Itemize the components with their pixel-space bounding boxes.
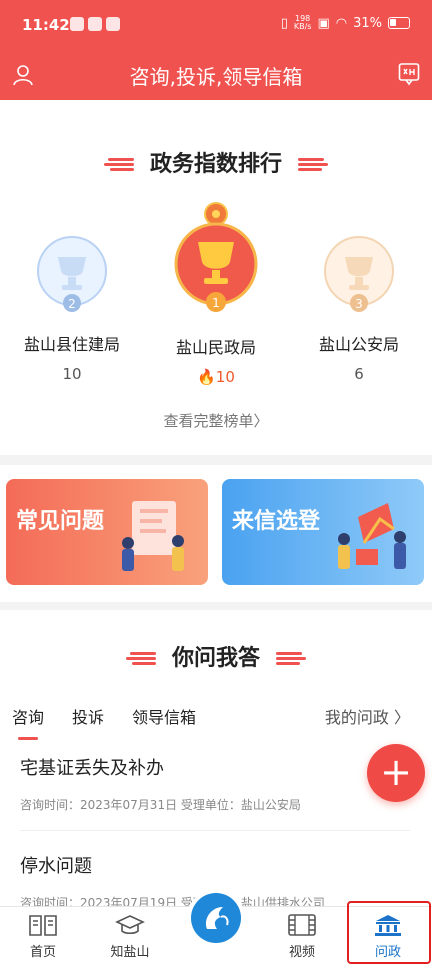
- letters-illustration-icon: [338, 503, 406, 569]
- rank-name: 盐山公安局: [318, 335, 399, 354]
- question-meta: 咨询时间：2023年07月31日 受理单位：盐山公安局: [20, 798, 301, 812]
- stripes-left-icon: [102, 158, 135, 172]
- qa-tabs: 咨询 投诉 领导信箱 我的问政 〉: [0, 700, 432, 740]
- tab-consult[interactable]: 咨询: [12, 704, 44, 740]
- rank-item-3[interactable]: 3 盐山公安局 6: [294, 235, 424, 383]
- bronze-trophy-icon: 3: [324, 236, 394, 312]
- tab-complaint[interactable]: 投诉: [72, 704, 104, 728]
- nav-center-home[interactable]: [187, 889, 245, 947]
- chevron-right-icon: 〉: [393, 708, 410, 727]
- question-title: 宅基证丢失及补办: [20, 758, 164, 779]
- selected-letters-card[interactable]: 来信选登: [222, 479, 424, 585]
- svg-text:2: 2: [68, 297, 76, 311]
- svg-text:3: 3: [355, 297, 363, 311]
- section-divider: [0, 602, 432, 610]
- svg-text:1: 1: [212, 296, 220, 310]
- active-tab-highlight: [347, 901, 431, 964]
- view-full-ranking-link[interactable]: 查看完整榜单〉: [0, 410, 432, 431]
- faq-illustration-icon: [122, 501, 184, 571]
- qa-section-title: 你问我答: [0, 640, 432, 672]
- selected-letters-card-label: 来信选登: [232, 509, 321, 534]
- film-icon: [288, 914, 316, 936]
- status-bar: 11:42 ▯ 198 KB/s ▣ ◠ 31%: [0, 0, 432, 50]
- stripes-right-icon: [275, 652, 308, 666]
- fire-icon: 🔥: [197, 368, 216, 386]
- section-divider: [0, 455, 432, 465]
- book-icon: [29, 915, 57, 936]
- graduation-cap-icon: [115, 915, 145, 935]
- app-header: 咨询,投诉,领导信箱: [0, 50, 432, 100]
- nav-know-yanshan[interactable]: 知盐山: [95, 913, 165, 960]
- tab-leader-mailbox[interactable]: 领导信箱: [132, 704, 196, 728]
- rank-item-2[interactable]: 2 盐山县住建局 10: [7, 235, 137, 383]
- battery-level: 31%: [353, 15, 382, 31]
- question-title: 停水问题: [20, 856, 92, 877]
- status-right: ▯ 198 KB/s ▣ ◠ 31%: [281, 15, 410, 31]
- app-logo-icon: [205, 907, 229, 929]
- faq-card-label: 常见问题: [16, 509, 105, 534]
- faq-card[interactable]: 常见问题: [6, 479, 208, 585]
- silver-trophy-icon: 2: [37, 236, 107, 312]
- gold-trophy-icon: 1: [174, 202, 258, 312]
- page-title: 咨询,投诉,领导信箱: [129, 65, 303, 89]
- add-question-button[interactable]: +: [367, 744, 425, 802]
- rank-name: 盐山县住建局: [23, 335, 120, 354]
- rank-score: 6: [354, 365, 364, 383]
- vibrate-icon: ▯: [280, 15, 288, 31]
- stripes-left-icon: [124, 652, 157, 666]
- rank-score: 🔥10: [197, 368, 235, 386]
- status-time: 11:42: [22, 16, 70, 34]
- nav-video[interactable]: 视频: [267, 913, 337, 960]
- mailbox-icon[interactable]: [398, 62, 420, 86]
- my-questions-link[interactable]: 我的问政 〉: [325, 704, 410, 728]
- battery-icon: [388, 17, 410, 29]
- wifi-icon: ◠: [335, 15, 348, 31]
- sim-icon: ▣: [317, 15, 330, 31]
- list-item[interactable]: 宅基证丢失及补办 咨询时间：2023年07月31日 受理单位：盐山公安局: [20, 754, 410, 813]
- chevron-right-icon: 〉: [253, 412, 269, 430]
- net-speed: 198 KB/s: [293, 14, 312, 31]
- list-divider: [20, 830, 410, 831]
- status-app-icons: [70, 17, 120, 31]
- rank-item-1[interactable]: 1 盐山民政局 🔥10: [151, 200, 281, 386]
- stripes-right-icon: [297, 158, 330, 172]
- ranking-section-title: 政务指数排行: [0, 146, 432, 178]
- rank-name: 盐山民政局: [175, 338, 256, 357]
- rank-score: 10: [62, 365, 82, 383]
- nav-home[interactable]: 首页: [8, 913, 78, 960]
